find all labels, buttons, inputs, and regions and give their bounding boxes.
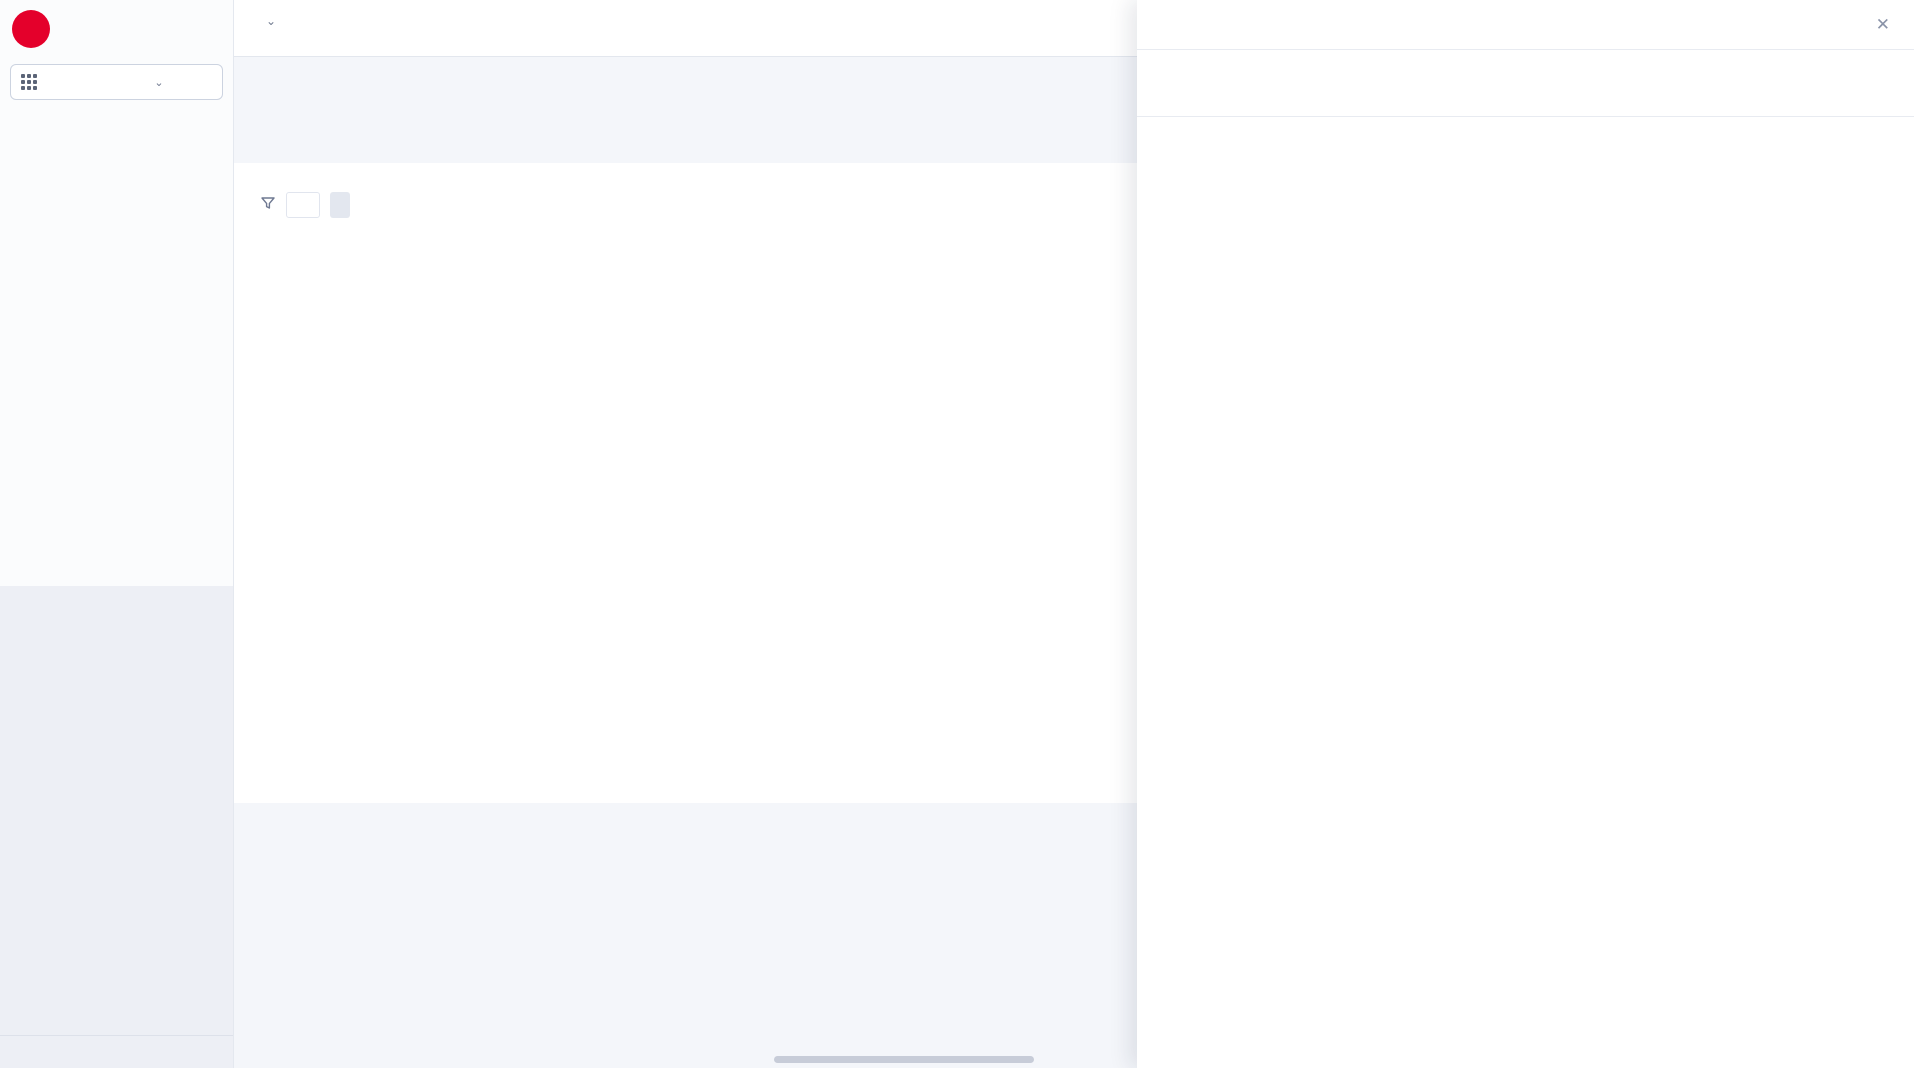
sidebar-nav bbox=[0, 136, 233, 586]
filter-expression-chip[interactable] bbox=[286, 192, 320, 218]
f5-logo bbox=[12, 10, 50, 48]
funnel-icon bbox=[260, 195, 276, 216]
apps-grid-icon bbox=[21, 74, 79, 90]
sidebar: ⌄ bbox=[0, 0, 234, 1068]
sidebar-spacer bbox=[0, 586, 233, 1036]
endpoint-type-filters bbox=[234, 77, 1137, 123]
page-title: ⌄ bbox=[258, 14, 1137, 28]
summary-cards bbox=[234, 123, 1137, 149]
filter-bar bbox=[234, 171, 1137, 218]
sidebar-footer bbox=[0, 1035, 233, 1068]
close-icon[interactable]: ✕ bbox=[1876, 15, 1890, 35]
horizontal-scrollbar[interactable] bbox=[774, 1056, 1034, 1063]
panel-header: ✕ bbox=[1137, 0, 1914, 50]
lb-tabbar bbox=[234, 57, 1137, 77]
items-count bbox=[234, 218, 1137, 266]
table-section bbox=[234, 163, 1137, 803]
endpoint-details-panel: ✕ bbox=[1137, 0, 1914, 1068]
panel-tabs bbox=[1137, 74, 1914, 117]
metrics-charts-grid bbox=[1137, 117, 1867, 135]
main-content: ⌄ bbox=[234, 0, 1137, 1068]
main-header: ⌄ bbox=[234, 0, 1137, 57]
select-service-dropdown[interactable]: ⌄ bbox=[10, 64, 223, 100]
chevron-down-icon[interactable]: ⌄ bbox=[266, 14, 276, 28]
chevron-down-icon: ⌄ bbox=[154, 76, 212, 89]
panel-details bbox=[1137, 50, 1914, 74]
filter-value-chip[interactable] bbox=[330, 192, 350, 218]
